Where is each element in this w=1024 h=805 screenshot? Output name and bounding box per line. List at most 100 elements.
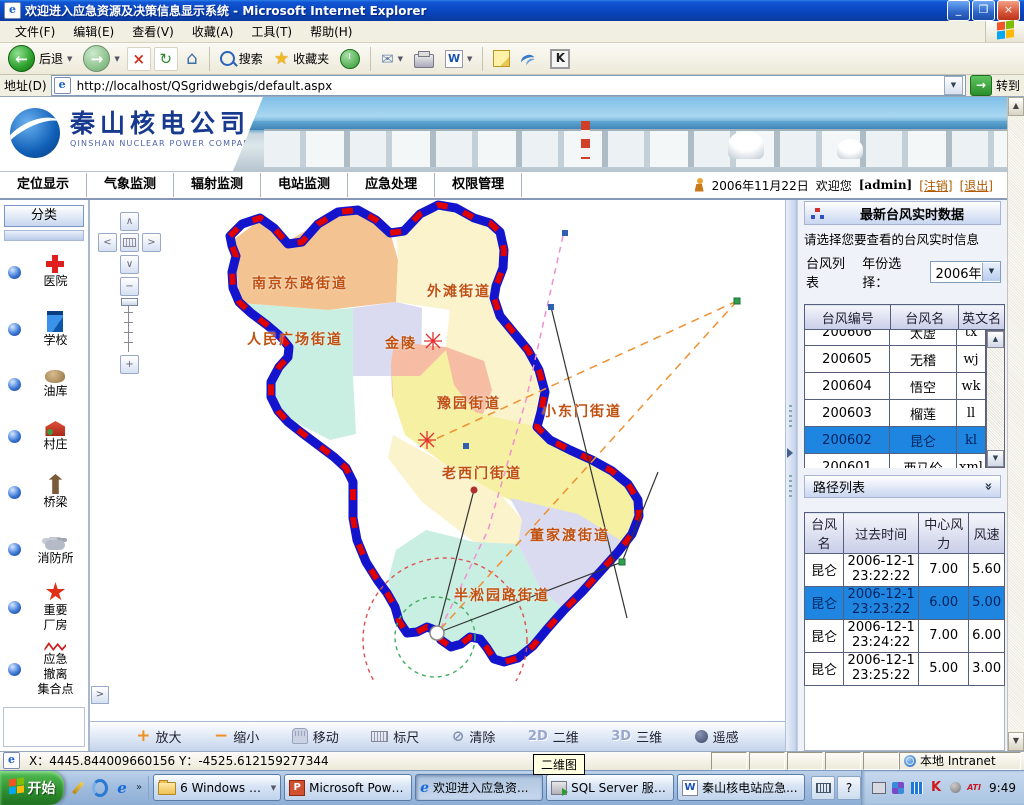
sidebar-item-oil-depot[interactable]: 油库 (0, 359, 88, 410)
typhoon-row[interactable]: 200605 无稽 wj (805, 346, 986, 373)
typhoon-row[interactable]: 200606 太虚 tx (805, 330, 986, 346)
sidebar-item-key-plant[interactable]: 重要 厂房 (0, 577, 88, 638)
sidebar-item-evac-point[interactable]: 应急 撤离 集合点 (0, 638, 88, 701)
expand-chevron-icon[interactable]: » (980, 482, 995, 490)
address-input[interactable] (75, 78, 944, 94)
panel-splitter[interactable] (785, 200, 797, 751)
tray-volume-icon[interactable] (948, 781, 962, 795)
tab-radiation-monitor[interactable]: 辐射监测 (174, 173, 261, 197)
favorites-button[interactable]: ★ 收藏夹 (270, 47, 333, 71)
minimize-button[interactable]: _ (947, 0, 970, 21)
tray-network-icon[interactable] (891, 781, 905, 795)
zoom-in-small-button[interactable]: + (120, 355, 139, 374)
typhoon-row[interactable]: 200604 悟空 wk (805, 373, 986, 400)
quicklaunch-ie-icon[interactable]: e (114, 780, 130, 796)
tray-sql-icon[interactable] (872, 781, 886, 795)
tab-location-display[interactable]: 定位显示 (0, 173, 87, 197)
tab-permission-mgmt[interactable]: 权限管理 (435, 173, 522, 197)
mail-dropdown-icon[interactable]: ▼ (398, 55, 403, 63)
tab-emergency-handling[interactable]: 应急处理 (348, 173, 435, 197)
exit-link[interactable]: [退出] (960, 177, 993, 194)
logout-link[interactable]: [注销] (919, 177, 952, 194)
tab-plant-monitor[interactable]: 电站监测 (261, 173, 348, 197)
year-select[interactable]: 2006年 ▼ (930, 261, 1001, 283)
map-3d-tool[interactable]: 3D三维 (611, 727, 662, 746)
track-row[interactable]: 昆仑 2006-12-1 23:22:22 7.00 5.60 (805, 554, 1005, 587)
tray-ati-icon[interactable]: ATI (967, 781, 981, 795)
word-dropdown-icon[interactable]: ▼ (467, 55, 472, 63)
year-dropdown-icon[interactable]: ▼ (982, 263, 1000, 281)
task-powerpoint[interactable]: P Microsoft PowerP... (284, 774, 412, 801)
ruler-button[interactable] (120, 233, 139, 252)
ruler-tool[interactable]: 标尺 (371, 727, 419, 746)
menu-file[interactable]: 文件(F) (6, 21, 64, 42)
quicklaunch-messenger-icon[interactable] (92, 780, 108, 796)
mail-button[interactable]: ✉ ▼ (377, 48, 407, 70)
tray-grid-icon[interactable] (910, 781, 924, 795)
scroll-up-icon[interactable]: ▲ (987, 331, 1004, 348)
zoom-slider[interactable] (124, 298, 133, 352)
track-row-selected[interactable]: 昆仑 2006-12-1 23:23:22 6.00 5.00 (805, 586, 1005, 619)
pan-up-button[interactable]: ∧ (120, 212, 139, 231)
clear-tool[interactable]: ⊘清除 (452, 727, 496, 746)
scroll-down-icon[interactable]: ▼ (1008, 732, 1024, 751)
sidebar-item-village[interactable]: 村庄 (0, 410, 88, 463)
pan-left-button[interactable]: < (98, 233, 117, 252)
sidebar-item-hospital[interactable]: 医院 (0, 244, 88, 300)
back-button[interactable]: ← 后退 ▼ (4, 43, 76, 74)
typhoon-row[interactable]: 200601 西马伦 xml (805, 454, 986, 469)
home-button[interactable]: ⌂ (181, 48, 203, 70)
print-button[interactable] (410, 48, 438, 70)
ime-keyboard-button[interactable] (811, 776, 835, 800)
forward-dropdown-icon[interactable]: ▼ (114, 55, 119, 63)
quicklaunch-pen-icon[interactable] (70, 780, 86, 796)
back-dropdown-icon[interactable]: ▼ (67, 55, 72, 63)
address-dropdown-button[interactable]: ▼ (944, 76, 963, 95)
scroll-down-icon[interactable]: ▼ (987, 450, 1004, 467)
task-ie-emergency-system[interactable]: e 欢迎进入应急资... (415, 774, 543, 801)
go-label[interactable]: 转到 (996, 77, 1020, 94)
remote-sensing-tool[interactable]: 遥感 (695, 727, 739, 746)
zoom-out-small-button[interactable]: − (120, 277, 139, 296)
menu-help[interactable]: 帮助(H) (301, 21, 361, 42)
refresh-button[interactable]: ↻ (154, 47, 178, 71)
kaspersky-button[interactable]: K (546, 47, 574, 71)
menu-favorites[interactable]: 收藏(A) (183, 21, 243, 42)
messenger-button[interactable] (517, 50, 543, 68)
start-button[interactable]: 开始 (0, 771, 64, 805)
search-button[interactable]: 搜索 (216, 48, 267, 69)
track-row[interactable]: 昆仑 2006-12-1 23:24:22 7.00 6.00 (805, 619, 1005, 652)
menu-view[interactable]: 查看(V) (123, 21, 183, 42)
menu-edit[interactable]: 编辑(E) (64, 21, 123, 42)
notes-button[interactable] (489, 48, 514, 69)
go-button-icon[interactable]: → (970, 75, 992, 96)
sidebar-item-school[interactable]: 学校 (0, 300, 88, 359)
restore-button[interactable]: ❐ (972, 0, 995, 21)
zoom-in-tool[interactable]: +放大 (136, 726, 181, 746)
task-windows-explorer-group[interactable]: 6 Windows Expl... ▼ (153, 774, 281, 801)
expand-sidebar-button[interactable]: > (91, 686, 109, 704)
track-row[interactable]: 昆仑 2006-12-1 23:25:22 5.00 3.00 (805, 652, 1005, 685)
tab-weather-monitor[interactable]: 气象监测 (87, 173, 174, 197)
path-list-bar[interactable]: 路径列表 » (804, 475, 1001, 498)
browser-scrollbar[interactable]: ▲ ▼ (1007, 97, 1024, 751)
ime-help-button[interactable]: ? (837, 776, 861, 800)
pan-tool[interactable]: 移动 (292, 727, 339, 746)
close-button[interactable]: × (997, 0, 1020, 21)
zoom-out-tool[interactable]: −缩小 (214, 726, 259, 746)
task-word-document[interactable]: W 秦山核电站应急... (677, 774, 805, 801)
menu-tools[interactable]: 工具(T) (242, 21, 301, 42)
typhoon-row-selected[interactable]: 200602 昆仑 kl (805, 427, 986, 454)
sidebar-item-bridge[interactable]: 桥梁 (0, 463, 88, 521)
history-button[interactable] (336, 47, 364, 71)
edit-with-word-button[interactable]: W ▼ (441, 48, 476, 70)
pan-down-button[interactable]: ∨ (120, 255, 139, 274)
task-sql-server[interactable]: SQL Server 服务... (546, 774, 674, 801)
stop-button[interactable]: × (127, 47, 151, 71)
forward-button[interactable]: → ▼ (79, 43, 123, 74)
typhoon-row[interactable]: 200603 榴莲 ll (805, 400, 986, 427)
tray-kaspersky-icon[interactable]: K (929, 781, 943, 795)
pan-right-button[interactable]: > (142, 233, 161, 252)
quicklaunch-more-icon[interactable]: » (136, 782, 142, 793)
map-2d-tool[interactable]: 2D二维 (528, 727, 579, 746)
